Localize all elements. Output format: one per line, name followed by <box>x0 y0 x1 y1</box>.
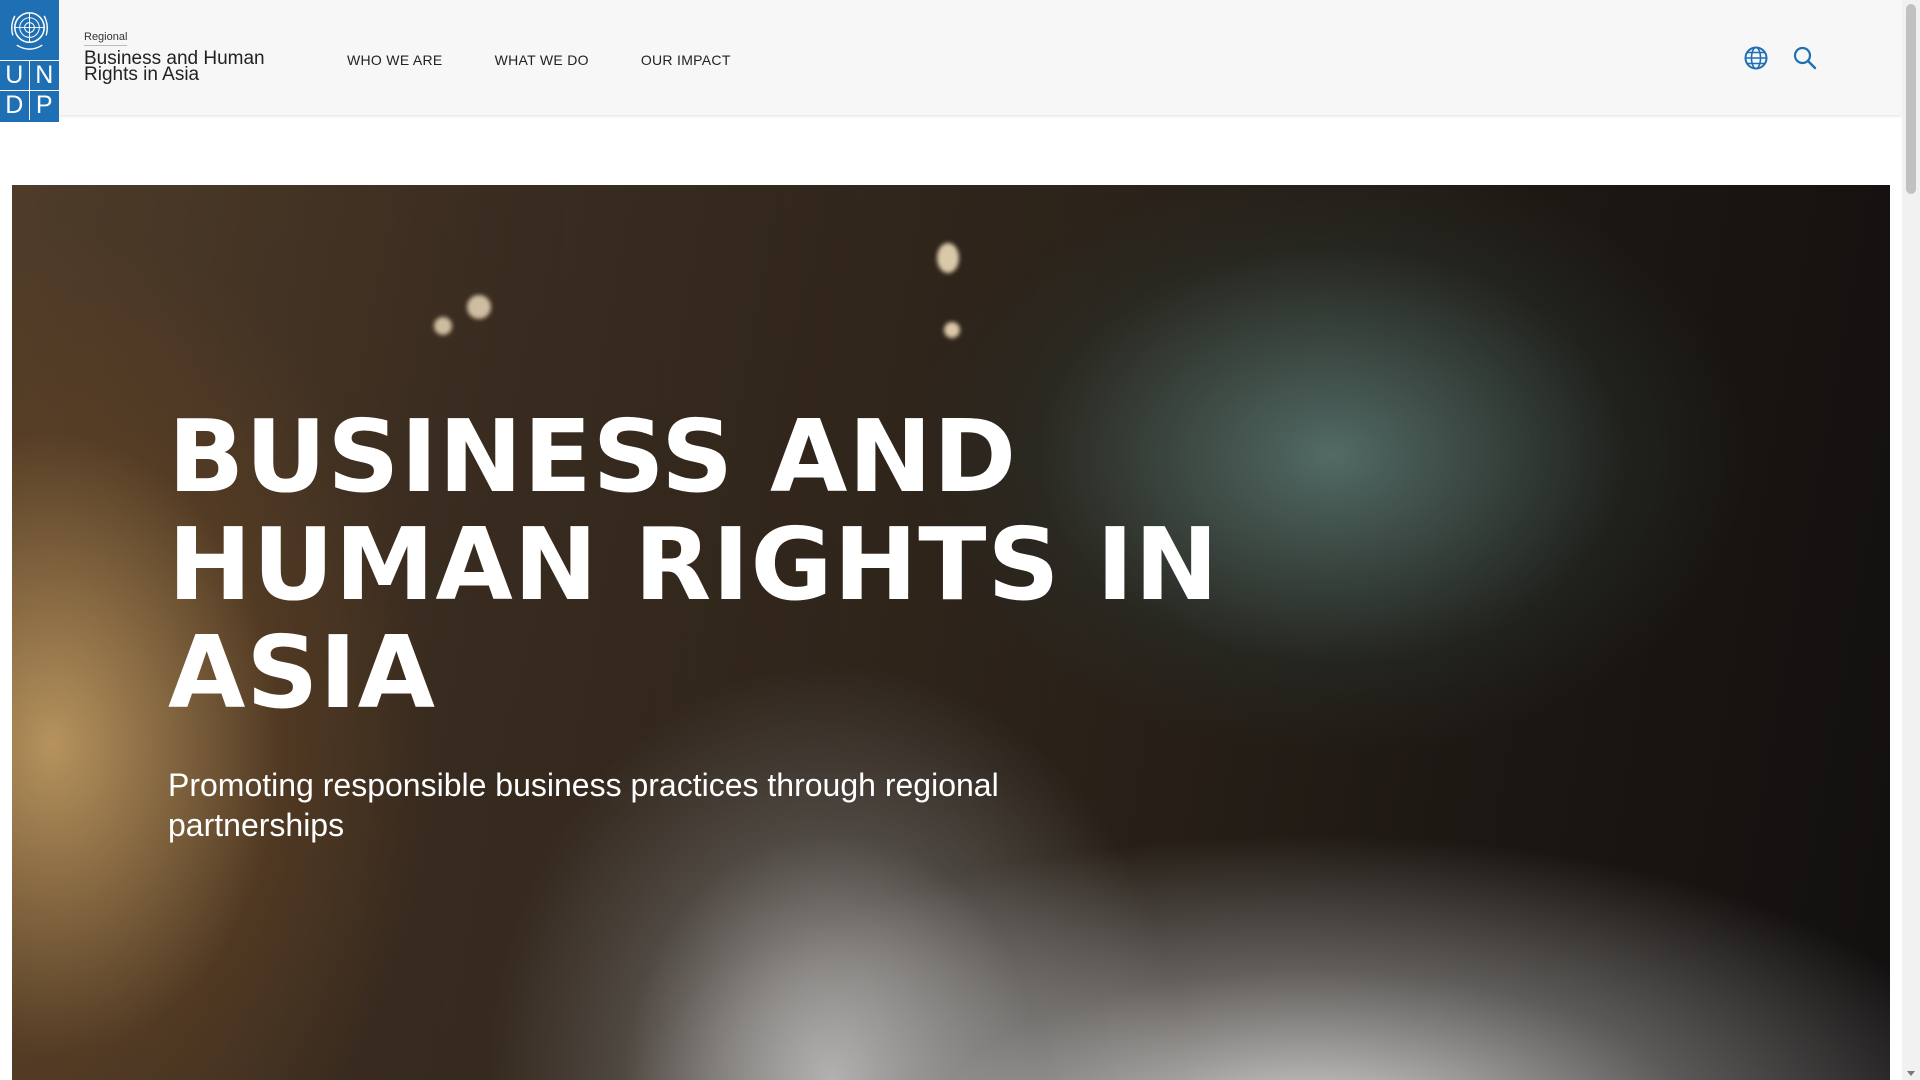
logo-letter-n: N <box>29 61 59 91</box>
nav-item-our-impact[interactable]: OUR IMPACT <box>641 52 731 68</box>
un-emblem-icon <box>11 12 48 50</box>
nav-item-what-we-do[interactable]: WHAT WE DO <box>495 52 589 68</box>
hero-banner: BUSINESS AND HUMAN RIGHTS IN ASIA Promot… <box>12 185 1890 1080</box>
logo-letter-d: D <box>0 91 30 120</box>
scroll-down-arrow-icon[interactable] <box>1907 1071 1915 1076</box>
hero-subtitle: Promoting responsible business practices… <box>168 767 999 843</box>
undp-letters: U N D P <box>0 60 59 120</box>
logo-letter-p: P <box>35 91 53 119</box>
globe-icon[interactable] <box>1743 45 1769 71</box>
logo-letter-u: U <box>0 61 30 91</box>
site-kicker: Regional <box>84 31 128 46</box>
scrollbar-thumb[interactable] <box>1906 4 1916 194</box>
main-nav: WHO WE ARE WHAT WE DO OUR IMPACT <box>347 52 783 68</box>
undp-logo[interactable]: U N D P <box>0 0 59 122</box>
search-icon[interactable] <box>1792 45 1818 71</box>
site-header: U N D P Regional Business and Human Righ… <box>0 0 1902 122</box>
nav-item-who-we-are[interactable]: WHO WE ARE <box>347 52 443 68</box>
site-title-link[interactable]: Business and Human Rights in Asia <box>84 49 294 84</box>
hero-title: BUSINESS AND HUMAN RIGHTS IN ASIA <box>168 398 1220 731</box>
page-scrollbar[interactable] <box>1902 0 1920 1080</box>
